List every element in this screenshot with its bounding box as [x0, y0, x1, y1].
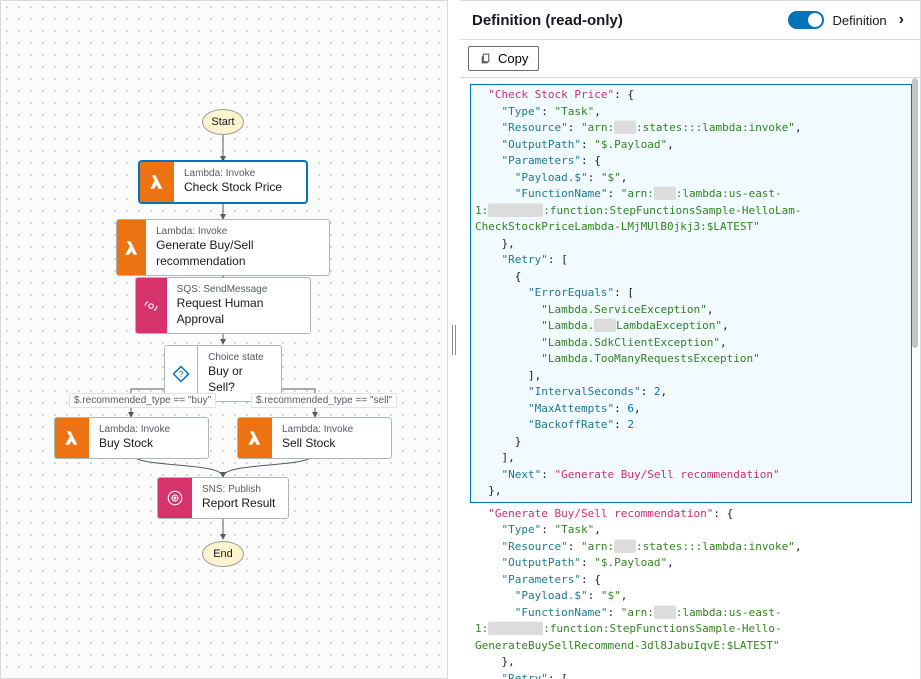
definition-header: Definition (read-only) Definition ›: [460, 1, 920, 40]
step-service: SNS: Publish: [202, 484, 275, 496]
step-sell-stock[interactable]: Lambda: Invoke Sell Stock: [237, 417, 392, 459]
lambda-icon: [140, 162, 174, 202]
step-service: Lambda: Invoke: [156, 226, 319, 238]
step-service: Lambda: Invoke: [99, 424, 170, 436]
workflow-canvas[interactable]: Start Lambda: Invoke Check Stock Price L…: [0, 0, 448, 679]
lambda-icon: [55, 418, 89, 458]
step-title: Generate Buy/Sell recommendation: [156, 238, 319, 269]
end-label: End: [213, 548, 233, 560]
code-state-check-stock[interactable]: "Check Stock Price": { "Type": "Task", "…: [470, 84, 912, 503]
step-check-stock-price[interactable]: Lambda: Invoke Check Stock Price: [139, 161, 307, 203]
code-toolbar: Copy: [460, 40, 920, 78]
copy-icon: [479, 52, 492, 65]
sns-icon: [158, 478, 192, 518]
definition-toggle[interactable]: [788, 11, 824, 29]
step-request-approval[interactable]: SQS: SendMessage Request Human Approval: [135, 277, 311, 334]
step-service: Lambda: Invoke: [184, 168, 282, 180]
step-title: Buy or Sell?: [208, 364, 271, 395]
edge-label-sell: $.recommended_type == "sell": [251, 393, 397, 408]
definition-panel: Definition (read-only) Definition › Copy…: [460, 0, 921, 679]
step-report-result[interactable]: SNS: Publish Report Result: [157, 477, 289, 519]
end-node[interactable]: End: [202, 541, 244, 567]
lambda-icon: [117, 220, 146, 275]
step-service: Choice state: [208, 352, 271, 364]
copy-label: Copy: [498, 51, 528, 66]
step-buy-stock[interactable]: Lambda: Invoke Buy Stock: [54, 417, 209, 459]
step-generate-recommendation[interactable]: Lambda: Invoke Generate Buy/Sell recomme…: [116, 219, 330, 276]
toggle-label: Definition: [832, 13, 886, 28]
chevron-right-icon[interactable]: ›: [895, 11, 908, 29]
step-service: SQS: SendMessage: [177, 284, 300, 296]
step-service: Lambda: Invoke: [282, 424, 353, 436]
step-title: Check Stock Price: [184, 180, 282, 196]
edge-label-buy: $.recommended_type == "buy": [69, 393, 216, 408]
edges-layer: [1, 1, 447, 678]
step-title: Sell Stock: [282, 436, 353, 452]
start-label: Start: [211, 116, 234, 128]
panel-title: Definition (read-only): [472, 12, 623, 29]
svg-text:?: ?: [179, 370, 184, 379]
lambda-icon: [238, 418, 272, 458]
pane-splitter[interactable]: [448, 0, 460, 679]
step-title: Report Result: [202, 496, 275, 512]
scrollbar-thumb[interactable]: [912, 78, 918, 348]
sqs-icon: [136, 278, 167, 333]
start-node[interactable]: Start: [202, 109, 244, 135]
splitter-handle: [452, 325, 456, 355]
code-state-generate[interactable]: "Generate Buy/Sell recommendation": { "T…: [470, 503, 912, 679]
copy-button[interactable]: Copy: [468, 46, 539, 71]
step-title: Request Human Approval: [177, 296, 300, 327]
step-title: Buy Stock: [99, 436, 170, 452]
code-viewer[interactable]: "Check Stock Price": { "Type": "Task", "…: [460, 78, 920, 679]
